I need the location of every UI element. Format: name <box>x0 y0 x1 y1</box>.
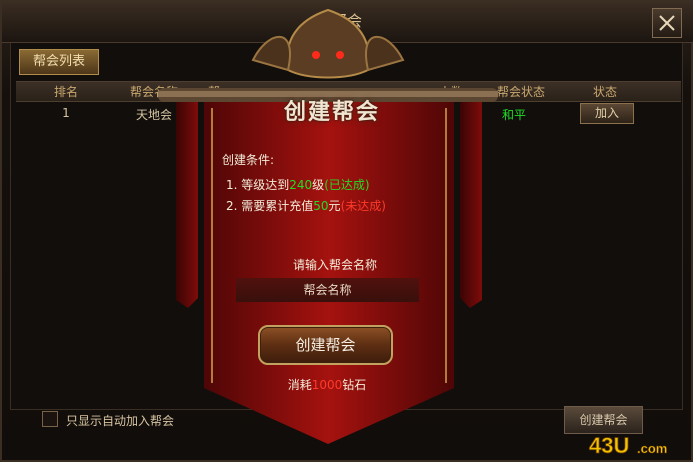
dialog-title: 创建帮会 <box>283 100 380 125</box>
condition-recharge-value: 50 <box>313 199 329 213</box>
cost-value: 1000 <box>311 378 343 392</box>
condition-level-value: 240 <box>289 178 313 192</box>
condition-level-prefix: 1. 等级达到 <box>226 178 290 192</box>
cost-text: 消耗1000钻石 <box>282 376 372 393</box>
condition-recharge-prefix: 2. 需要累计充值 <box>226 199 314 213</box>
condition-recharge-status: (未达成) <box>340 199 386 213</box>
condition-level: 1. 等级达到240级(已达成) <box>226 176 370 193</box>
guild-name-prompt: 请输入帮会名称 <box>292 258 377 272</box>
create-guild-button[interactable]: 创建帮会 <box>258 325 393 365</box>
dragon-emblem-icon <box>251 8 405 79</box>
condition-level-status: (已达成) <box>324 178 370 192</box>
cost-suffix: 钻石 <box>342 378 367 392</box>
create-guild-dialog: 创建帮会 创建条件: 1. 等级达到240级(已达成) 2. 需要累计充值50元… <box>0 0 693 462</box>
conditions-title: 创建条件: <box>222 153 275 167</box>
cost-prefix: 消耗 <box>287 378 312 392</box>
guild-name-input[interactable] <box>236 278 419 302</box>
condition-level-suffix: 级 <box>312 178 325 192</box>
condition-recharge-suffix: 元 <box>328 199 341 213</box>
condition-recharge: 2. 需要累计充值50元(未达成) <box>226 197 386 214</box>
